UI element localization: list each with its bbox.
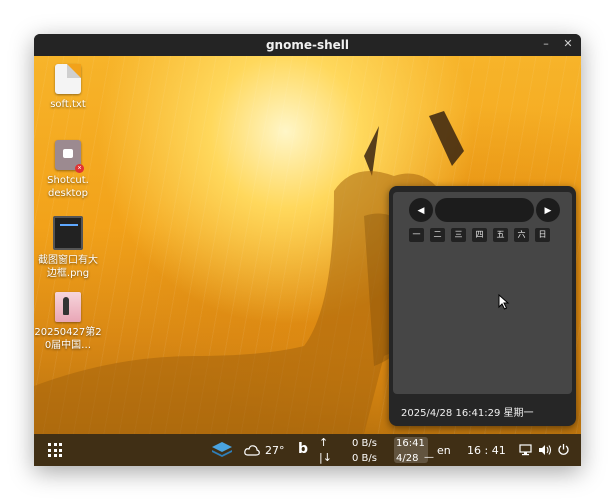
upload-arrow-icon: ↑ [319, 436, 329, 449]
weekday-mon: 一 [409, 228, 424, 242]
minimize-button[interactable]: – [539, 37, 553, 51]
mini-clock[interactable]: 16:41 4/28 [396, 436, 425, 466]
weekday-wed: 三 [451, 228, 466, 242]
language-indicator[interactable]: en [437, 444, 451, 457]
weekday-header: 一 二 三 四 五 六 日 [409, 228, 550, 242]
photo-image-icon [55, 292, 81, 322]
download-speed: 0 B/s [352, 453, 377, 464]
weekday-sun: 日 [535, 228, 550, 242]
network-arrows: ↑ |↓ [319, 435, 332, 465]
window-title: gnome-shell [265, 38, 350, 52]
desktop-icon-photo[interactable]: 20250427第20届中国… [34, 292, 102, 352]
calendar-popup: ◀ ▶ 一 二 三 四 五 六 日 2025/4/28 16:41:29 星期一 [389, 186, 576, 426]
mouse-pointer-icon [498, 294, 510, 310]
photo-figure [63, 297, 69, 315]
text-file-icon [55, 64, 81, 94]
weekday-sat: 六 [514, 228, 529, 242]
layers-icon[interactable] [211, 440, 233, 460]
download-arrow-icon: |↓ [319, 451, 332, 464]
desktop-icon-label: 截图窗口有大边框.png [38, 255, 98, 279]
power-icon[interactable] [557, 443, 570, 456]
window-controls: – ✕ [539, 37, 575, 51]
upload-speed: 0 B/s [352, 438, 377, 449]
mini-time: 16:41 [396, 438, 425, 449]
screenshot-image-icon [53, 216, 83, 250]
close-button[interactable]: ✕ [561, 37, 575, 51]
bing-icon[interactable]: b [298, 441, 308, 457]
desktop-icon-label: soft.txt [50, 99, 86, 110]
gnome-shell-window: gnome-shell – ✕ soft.txt × Shotcut. desk… [34, 34, 581, 466]
weekday-fri: 五 [493, 228, 508, 242]
next-month-button[interactable]: ▶ [536, 198, 560, 222]
desktop-file-icon: × [55, 140, 84, 173]
desktop-icon-label: 20250427第20届中国… [34, 327, 102, 351]
app-grid-icon[interactable] [48, 443, 62, 457]
weekday-tue: 二 [430, 228, 445, 242]
current-datetime: 2025/4/28 16:41:29 星期一 [401, 408, 534, 419]
shirt-icon [63, 149, 73, 158]
desktop-icon-screenshot[interactable]: 截图窗口有大边框.png [34, 216, 102, 280]
prev-month-button[interactable]: ◀ [409, 198, 433, 222]
weekday-thu: 四 [472, 228, 487, 242]
screen-line [60, 224, 78, 226]
mini-date: 4/28 [396, 453, 419, 464]
volume-icon[interactable] [538, 444, 552, 456]
taskbar-clock[interactable]: 16 : 41 [467, 444, 506, 457]
desktop-icon-shotcut[interactable]: × Shotcut. desktop [34, 140, 102, 200]
calendar-panel: ◀ ▶ 一 二 三 四 五 六 日 [393, 192, 572, 394]
separator: — [424, 452, 434, 463]
desktop-icon-soft-txt[interactable]: soft.txt [34, 64, 102, 111]
taskbar: 27° b ↑ |↓ 0 B/s 0 B/s 16:41 4/28 — en 1… [34, 434, 581, 466]
error-badge-icon: × [75, 164, 84, 173]
weather-temperature[interactable]: 27° [265, 444, 285, 457]
month-year-label[interactable] [435, 198, 534, 222]
cloud-icon [244, 445, 260, 456]
network-wired-icon[interactable] [519, 444, 533, 456]
desktop-icon-label: Shotcut. desktop [47, 175, 89, 199]
title-bar[interactable]: gnome-shell – ✕ [34, 34, 581, 56]
network-speed[interactable]: 0 B/s 0 B/s [352, 436, 377, 466]
